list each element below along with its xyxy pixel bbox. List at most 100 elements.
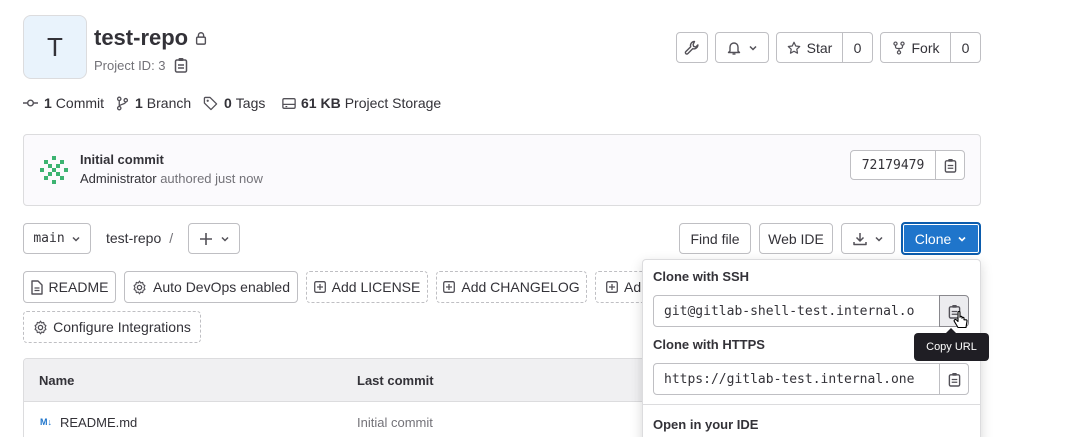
lock-icon [194, 31, 208, 45]
settings-button[interactable] [676, 32, 708, 63]
project-name[interactable]: test-repo [94, 25, 188, 51]
project-avatar[interactable]: T [23, 15, 87, 79]
tags-count: 0 [224, 95, 232, 111]
chevron-down-icon [874, 234, 884, 244]
mouse-cursor [953, 311, 969, 331]
branch-name: main [33, 231, 65, 246]
star-label: Star [806, 39, 833, 56]
commit-author-avatar[interactable] [38, 154, 70, 186]
auto-devops-button[interactable]: Auto DevOps enabled [124, 271, 298, 303]
tags-link[interactable]: 0 Tags [203, 94, 265, 112]
star-count-value: 0 [853, 39, 862, 56]
branches-count: 1 [135, 95, 143, 111]
plus-icon [199, 232, 213, 246]
copy-icon [948, 372, 961, 387]
commit-sha-value: 72179479 [861, 157, 925, 173]
plus-square-icon [443, 281, 456, 293]
readme-button[interactable]: README [23, 271, 116, 303]
star-count[interactable]: 0 [842, 32, 873, 63]
fork-icon [892, 40, 906, 55]
auto-devops-label: Auto DevOps enabled [153, 279, 290, 295]
breadcrumb-repo[interactable]: test-repo [106, 230, 161, 246]
find-file-label: Find file [690, 230, 740, 247]
ssh-url-value: git@gitlab-shell-test.internal.o [664, 303, 915, 319]
ssh-url-input[interactable]: git@gitlab-shell-test.internal.o [653, 295, 940, 327]
star-button[interactable]: Star [776, 32, 843, 63]
https-url-input[interactable]: https://gitlab-test.internal.one [653, 363, 940, 395]
column-header-name: Name [39, 373, 75, 388]
add-license-label: Add LICENSE [331, 279, 421, 295]
disk-icon [282, 97, 296, 110]
copy-https-url-button[interactable] [939, 363, 969, 395]
chevron-down-icon [220, 234, 230, 244]
clone-label: Clone [914, 230, 952, 247]
branch-switcher[interactable]: main [23, 223, 91, 254]
commit-time: authored just now [160, 171, 263, 186]
commits-count: 1 [44, 95, 52, 111]
chevron-down-icon [957, 234, 967, 244]
star-icon [787, 41, 801, 55]
fork-count[interactable]: 0 [950, 32, 981, 63]
breadcrumb-separator: / [169, 230, 174, 246]
fork-label: Fork [911, 39, 940, 56]
file-last-commit[interactable]: Initial commit [357, 415, 433, 430]
add-changelog-button[interactable]: Add CHANGELOG [436, 271, 587, 303]
copy-project-id-icon[interactable] [174, 57, 188, 73]
copy-sha-button[interactable] [935, 150, 965, 180]
last-commit-panel [23, 134, 981, 206]
settings-icon [33, 320, 48, 335]
markdown-icon: M↓ [40, 417, 52, 427]
add-license-button[interactable]: Add LICENSE [306, 271, 428, 303]
chevron-down-icon [71, 234, 81, 244]
commit-author[interactable]: Administrator [80, 171, 157, 186]
tags-label: Tags [235, 95, 266, 111]
clone-https-label: Clone with HTTPS [653, 337, 765, 352]
commits-label: Commit [55, 95, 105, 111]
tooltip-text: Copy URL [926, 341, 977, 353]
fork-button[interactable]: Fork [880, 32, 951, 63]
settings-icon [132, 280, 147, 295]
plus-square-icon [606, 281, 618, 293]
breadcrumb: test-repo / [106, 230, 173, 246]
storage-link[interactable]: 61 KB Project Storage [282, 94, 441, 112]
chevron-down-icon [748, 43, 758, 53]
configure-integrations-label: Configure Integrations [53, 319, 191, 335]
download-dropdown[interactable] [841, 223, 895, 254]
open-in-ide-label: Open in your IDE [653, 417, 759, 432]
branches-link[interactable]: 1 Branch [116, 94, 191, 112]
commit-sha[interactable]: 72179479 [850, 150, 936, 180]
project-avatar-letter: T [47, 31, 63, 62]
storage-size: 61 KB [301, 95, 341, 111]
add-changelog-label: Add CHANGELOG [461, 279, 580, 295]
add-to-tree-dropdown[interactable] [188, 223, 240, 254]
configure-integrations-button[interactable]: Configure Integrations [23, 311, 201, 343]
clone-ssh-label: Clone with SSH [653, 269, 750, 284]
column-header-last-commit: Last commit [357, 373, 434, 388]
clone-button[interactable]: Clone [901, 222, 981, 255]
branches-label: Branch [146, 95, 192, 111]
project-id-label: Project ID: 3 [94, 57, 166, 73]
web-ide-button[interactable]: Web IDE [759, 223, 833, 254]
project-id: Project ID: 3 [94, 56, 188, 74]
notifications-dropdown[interactable] [715, 32, 769, 63]
download-icon [852, 231, 868, 247]
fork-count-value: 0 [961, 39, 970, 56]
project-title[interactable]: test-repo [94, 24, 208, 52]
web-ide-label: Web IDE [768, 230, 824, 247]
find-file-button[interactable]: Find file [679, 223, 751, 254]
wrench-icon [684, 40, 700, 56]
branch-icon [116, 96, 129, 111]
plus-square-icon [313, 281, 326, 293]
tag-icon [203, 96, 218, 111]
commits-link[interactable]: 1 Commit [23, 94, 104, 112]
copy-url-tooltip: Copy URL [914, 333, 989, 361]
readme-label: README [48, 279, 109, 295]
commit-title[interactable]: Initial commit [80, 152, 164, 167]
file-icon [30, 279, 43, 295]
copy-icon [944, 158, 957, 173]
dropdown-divider [643, 404, 980, 405]
file-name[interactable]: README.md [60, 415, 137, 430]
add-contributing-label: Ad [624, 279, 642, 295]
commit-meta: Administrator authored just now [80, 171, 263, 186]
storage-label: Project Storage [344, 95, 442, 111]
